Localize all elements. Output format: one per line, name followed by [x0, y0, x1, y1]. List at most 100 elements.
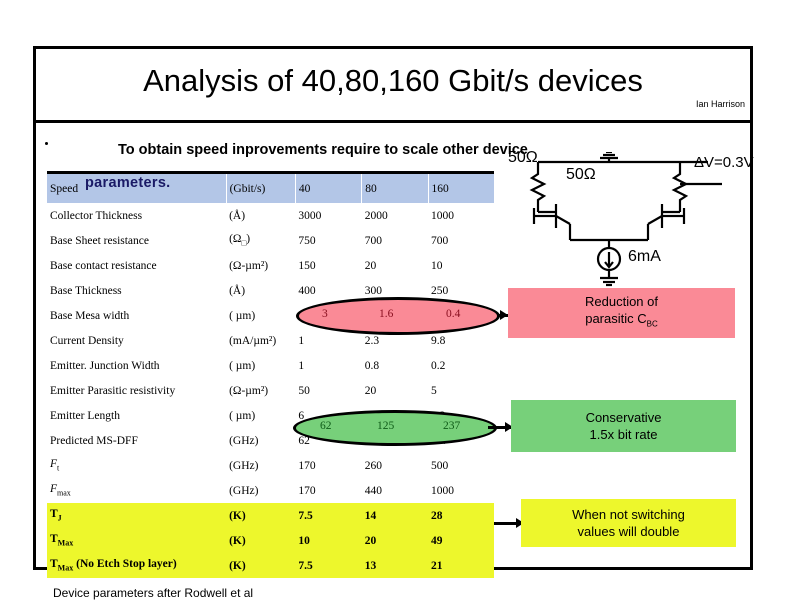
table-cell-parameter-name: TMax	[47, 528, 227, 553]
table-cell-value: 700	[431, 234, 449, 247]
table-header-cell: (Gbit/s)	[225, 174, 296, 203]
page-title: Analysis of 40,80,160 Gbit/s devices	[143, 63, 643, 98]
resistor-left-label: 50Ω	[508, 149, 538, 166]
table-cell-value: 7.5	[295, 503, 362, 528]
table-cell-unit: (GHz)	[229, 484, 259, 497]
callout-not-switching: When not switching values will double	[521, 499, 736, 547]
table-cell-unit: (K)	[226, 503, 296, 528]
table-cell-value: 700	[364, 234, 382, 247]
table-cell-unit: (GHz)	[229, 459, 259, 472]
table-cell-unit: (K)	[226, 528, 296, 553]
table-cell-value: 2000	[364, 209, 388, 222]
callout-yellow-line2: values will double	[577, 524, 680, 539]
arrow-head-pink-icon	[500, 310, 508, 320]
table-cell-parameter-name: Emitter Length	[50, 409, 120, 422]
table-header-cell: 80	[361, 174, 429, 203]
current-source-label: 6mA	[628, 248, 661, 265]
table-cell-value: 150	[298, 259, 316, 272]
callout-conservative-bitrate: Conservative 1.5x bit rate	[511, 400, 736, 452]
callout-green-line1: Conservative	[585, 410, 662, 425]
table-row: TMax (K) 10 20 49	[47, 528, 494, 553]
slide-canvas: Analysis of 40,80,160 Gbit/s devices Ian…	[0, 0, 792, 612]
table-cell-parameter-name: Base contact resistance	[50, 259, 157, 272]
pink-ellipse-value-2: 0.4	[446, 308, 461, 320]
table-cell-parameter-name: Current Density	[50, 334, 124, 347]
table-header-cell: 40	[294, 174, 362, 203]
pink-ellipse-value-0: 3	[322, 308, 328, 320]
table-cell-value: 170	[298, 484, 316, 497]
table-cell-parameter-name: Base Mesa width	[50, 309, 130, 322]
table-cell-unit: (Å)	[229, 209, 246, 222]
table-cell-value: 13	[361, 553, 429, 578]
table-cell-parameter-name: Ft	[50, 458, 60, 473]
table-cell-unit: (Ω-µm²)	[229, 259, 269, 272]
subscript: Max	[57, 563, 74, 573]
table-row: TMax (No Etch Stop layer) (K) 7.5 13 21	[47, 553, 494, 578]
device-parameter-table: Speed (Gbit/s) 40 80 160 Collector Thickness(…	[47, 174, 494, 578]
title-divider	[33, 120, 753, 123]
table-cell-parameter-name: TJ	[47, 503, 227, 528]
table-cell-value: 3000	[298, 209, 322, 222]
table-cell-unit: (Ω□)	[229, 233, 251, 248]
table-row: Emitter Parasitic resistivity (Ω-µm²) 50 20…	[47, 378, 494, 403]
delta-v-label: ΔV=0.3V	[694, 154, 754, 171]
bullet-dot-icon	[45, 142, 48, 145]
table-cell-value: 500	[431, 459, 449, 472]
table-cell-value: 1000	[431, 484, 455, 497]
table-cell-value: 20	[361, 528, 429, 553]
green-ellipse-value-2: 237	[443, 420, 461, 432]
callout-reduction-parasitic: Reduction of parasitic CBC	[508, 288, 735, 338]
table-cell-unit: (mA/µm²)	[229, 334, 277, 347]
table-header-cell: 160	[427, 174, 494, 203]
callout-green-line2: 1.5x bit rate	[589, 427, 658, 442]
callout-pink-line2: parasitic C	[585, 311, 647, 327]
table-cell-value: 14	[361, 503, 429, 528]
table-row: Base contact resistance (Ω-µm²) 150 20 10	[47, 253, 494, 278]
table-row: Emitter. Junction Width ( µm) 1 0.8 0.2	[47, 353, 494, 378]
table-cell-parameter-name: Base Sheet resistance	[50, 234, 149, 247]
table-cell-parameter-name: Fmax	[50, 483, 71, 498]
green-ellipse-value-0: 62	[320, 420, 332, 432]
table-cell-value: 750	[298, 234, 316, 247]
table-cell-value: 50	[298, 384, 310, 397]
table-cell-value: 7.5	[295, 553, 362, 578]
green-ellipse-value-1: 125	[377, 420, 395, 432]
callout-pink-line2-sub: BC	[646, 319, 658, 329]
differential-pair-circuit-diagram: 50Ω 50Ω ΔV=0.3V 6mA	[508, 149, 756, 287]
table-row: Fmax (GHz) 170 440 1000	[47, 478, 494, 503]
table-cell-parameter-name: Predicted MS-DFF	[50, 434, 138, 447]
table-cell-unit: (GHz)	[229, 434, 259, 447]
table-cell-value: 1	[298, 359, 305, 372]
table-cell-value: 0.2	[431, 359, 446, 372]
subscript: □	[241, 238, 247, 248]
table-cell-value: 21	[428, 553, 494, 578]
table-cell-value: 260	[364, 459, 382, 472]
resistor-right-label: 50Ω	[566, 166, 596, 183]
table-cell-parameter-name: Emitter. Junction Width	[50, 359, 160, 372]
table-cell-unit: ( µm)	[229, 359, 256, 372]
table-cell-unit: (K)	[226, 553, 296, 578]
table-cell-value: 10	[295, 528, 362, 553]
subscript: max	[57, 488, 71, 498]
footer-credit: Device parameters after Rodwell et al	[53, 586, 254, 600]
table-row: Ft (GHz) 170 260 500	[47, 453, 494, 478]
table-cell-value: 20	[364, 384, 377, 397]
table-cell-parameter-name: TMax (No Etch Stop layer)	[47, 553, 227, 578]
subscript: Max	[57, 538, 74, 548]
table-row: TJ (K) 7.5 14 28	[47, 503, 494, 528]
table-cell-value: 170	[298, 459, 316, 472]
author-credit: Ian Harrison	[695, 99, 745, 109]
table-cell-value: 5	[431, 384, 437, 397]
subscript: t	[57, 463, 60, 473]
table-cell-value: 1000	[431, 209, 455, 222]
table-row: Collector Thickness (Å) 3000 2000 1000	[47, 203, 494, 228]
table-cell-unit: ( µm)	[229, 309, 256, 322]
callout-pink-line1: Reduction of	[585, 294, 658, 310]
table-cell-value: 440	[364, 484, 382, 497]
table-cell-value: 28	[428, 503, 494, 528]
bullet-text: To obtain speed inprovements require to …	[118, 142, 528, 158]
table-row: Base Sheet resistance (Ω□) 750 700 700	[47, 228, 494, 253]
table-cell-parameter-name: Collector Thickness	[50, 209, 143, 222]
table-cell-unit: (Ω-µm²)	[229, 384, 269, 397]
pink-ellipse-value-1: 1.6	[379, 308, 394, 320]
